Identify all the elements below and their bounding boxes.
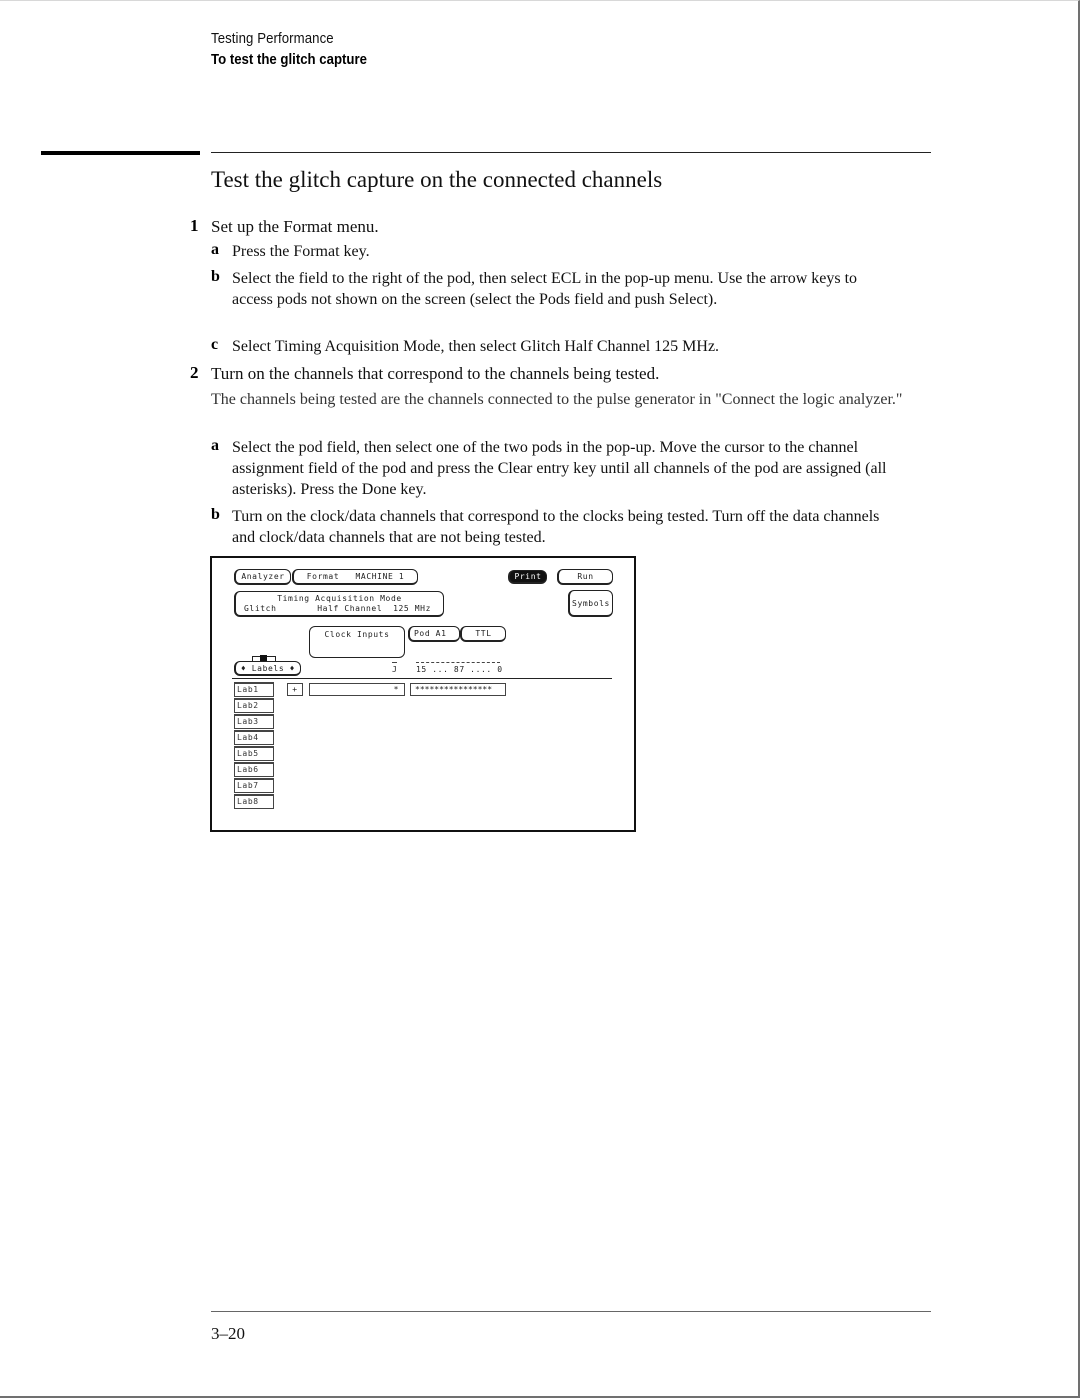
section-rule-thick bbox=[41, 151, 200, 155]
threshold-label: TTL bbox=[475, 629, 492, 638]
substep-letter: a bbox=[211, 241, 219, 258]
channel-assignment-field[interactable]: **************** bbox=[410, 683, 506, 696]
polarity-value: + bbox=[292, 685, 298, 694]
clock-header-bar bbox=[392, 662, 397, 663]
clock-inputs-label: Clock Inputs bbox=[324, 630, 390, 639]
clock-column-header: J bbox=[392, 665, 398, 674]
timing-acquisition-mode-field[interactable]: Timing Acquisition Mode Glitch Half Chan… bbox=[234, 591, 444, 617]
clock-assignment-value: * bbox=[393, 685, 399, 694]
step-paragraph: The channels being tested are the channe… bbox=[211, 391, 903, 408]
section-title: Test the glitch capture on the connected… bbox=[211, 167, 663, 192]
symbols-button[interactable]: Symbols bbox=[568, 590, 613, 617]
step-number: 2 bbox=[190, 363, 199, 382]
label-row[interactable]: Lab2 bbox=[234, 698, 274, 713]
label-row[interactable]: Lab7 bbox=[234, 778, 274, 793]
header-divider bbox=[232, 678, 612, 679]
clock-assignment-field[interactable]: * bbox=[309, 683, 405, 696]
label-row[interactable]: Lab1 bbox=[234, 682, 274, 697]
label-row[interactable]: Lab6 bbox=[234, 762, 274, 777]
run-button-label: Run bbox=[577, 572, 594, 581]
label-row[interactable]: Lab3 bbox=[234, 714, 274, 729]
analyzer-button-label: Analyzer bbox=[241, 572, 285, 581]
substep-text: Turn on the clock/data channels that cor… bbox=[232, 508, 880, 546]
labels-button-label: ♦ Labels ♦ bbox=[240, 663, 296, 673]
substep-letter: a bbox=[211, 437, 219, 454]
substep-letter: b bbox=[211, 506, 220, 523]
format-machine-button[interactable]: Format MACHINE 1 bbox=[292, 569, 418, 585]
page-number: 3–20 bbox=[211, 1324, 245, 1343]
pod-label: Pod A1 bbox=[414, 629, 447, 638]
analyzer-screen-figure: Analyzer Format MACHINE 1 Print Run Timi… bbox=[210, 556, 636, 832]
substep-text: Select the field to the right of the pod… bbox=[232, 270, 858, 308]
running-header-section: Testing Performance bbox=[211, 30, 334, 47]
bit-header-dashes bbox=[416, 662, 500, 663]
document-page: Testing Performance To test the glitch c… bbox=[0, 0, 1080, 1398]
section-rule-thin bbox=[211, 152, 931, 153]
footer-rule bbox=[211, 1311, 931, 1312]
print-button[interactable]: Print bbox=[508, 570, 547, 584]
run-button[interactable]: Run bbox=[557, 569, 613, 585]
step-text: Set up the Format menu. bbox=[211, 217, 379, 236]
polarity-field[interactable]: + bbox=[287, 683, 303, 696]
threshold-ttl-button[interactable]: TTL bbox=[460, 626, 506, 642]
bit-column-header: 15 ... 87 .... 0 bbox=[416, 665, 503, 674]
pod-select-button[interactable]: Pod A1 bbox=[408, 626, 460, 642]
analyzer-button[interactable]: Analyzer bbox=[234, 569, 291, 585]
substep-text: Select Timing Acquisition Mode, then sel… bbox=[232, 338, 720, 355]
format-machine-label: Format MACHINE 1 bbox=[306, 572, 405, 581]
mode-value-left: Glitch bbox=[244, 603, 277, 613]
substep-letter: b bbox=[211, 268, 220, 285]
mode-title: Timing Acquisition Mode bbox=[277, 593, 402, 603]
label-row[interactable]: Lab8 bbox=[234, 794, 274, 809]
print-button-label: Print bbox=[514, 572, 542, 581]
clock-inputs-box: Clock Inputs bbox=[309, 626, 405, 658]
step-number: 1 bbox=[190, 216, 199, 235]
mode-value-right: Half Channel 125 MHz bbox=[317, 603, 431, 613]
substep-letter: c bbox=[211, 336, 219, 353]
step-text: Turn on the channels that correspond to … bbox=[211, 364, 660, 383]
channel-assignment-value: **************** bbox=[415, 685, 493, 694]
label-row[interactable]: Lab5 bbox=[234, 746, 274, 761]
symbols-button-label: Symbols bbox=[572, 598, 610, 608]
labels-scroll-button[interactable]: ♦ Labels ♦ bbox=[234, 661, 301, 676]
running-header-subsection: To test the glitch capture bbox=[211, 51, 367, 68]
substep-text: Press the Format key. bbox=[232, 243, 370, 260]
substep-text: Select the pod field, then select one of… bbox=[232, 439, 887, 498]
label-row[interactable]: Lab4 bbox=[234, 730, 274, 745]
